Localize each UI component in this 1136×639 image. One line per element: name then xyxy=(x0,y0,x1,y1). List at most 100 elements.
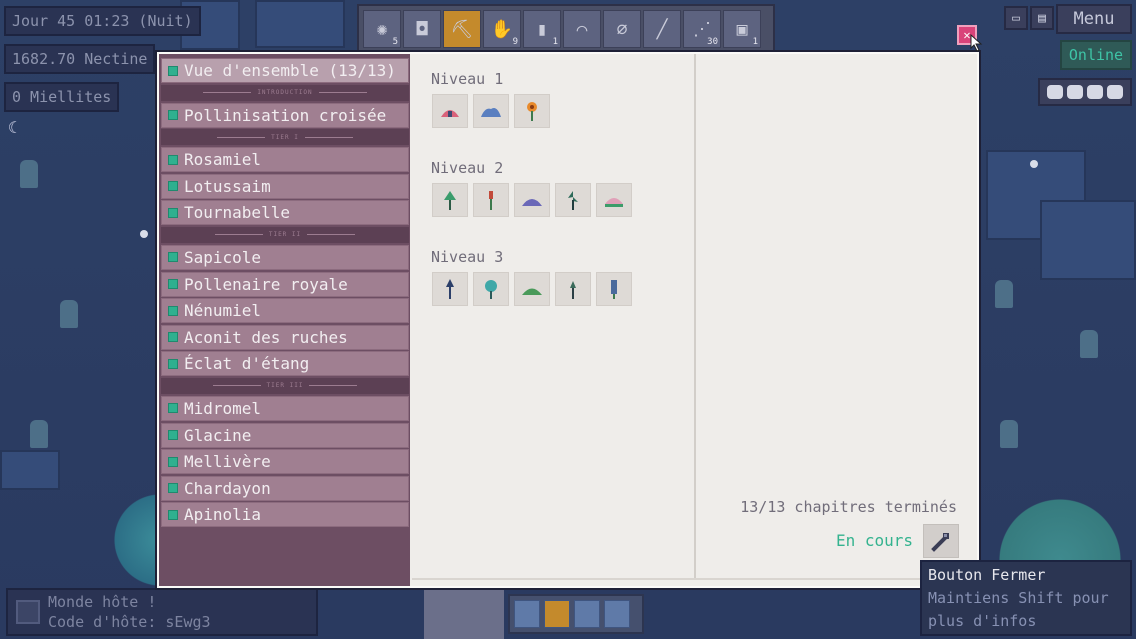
sidebar-item-label: Midromel xyxy=(184,398,262,418)
plant-slot[interactable] xyxy=(596,272,632,306)
plant-slot[interactable] xyxy=(432,272,468,306)
completed-check-icon xyxy=(168,332,178,343)
sidebar-item-label: Éclat d'étang xyxy=(184,354,310,374)
host-info: Monde hôte ! Code d'hôte: sEwg3 xyxy=(6,588,318,636)
tool-slot[interactable]: ▣ 1 xyxy=(723,10,761,48)
status-button[interactable] xyxy=(923,524,959,558)
sidebar-item-label: Aconit des ruches xyxy=(184,327,348,347)
heart-emote-icon[interactable] xyxy=(1047,85,1063,99)
completed-check-icon xyxy=(168,358,178,369)
online-status[interactable]: Online xyxy=(1060,40,1132,70)
sidebar-chapter-item[interactable]: Pollenaire royale xyxy=(161,271,409,297)
sidebar-chapter-item[interactable]: Aconit des ruches xyxy=(161,324,409,350)
sidebar-item-label: Pollenaire royale xyxy=(184,274,348,294)
moon-icon: ☾ xyxy=(8,118,18,137)
sidebar-item-label: Glacine xyxy=(184,425,252,445)
chat-emote-icon[interactable] xyxy=(1067,85,1083,99)
building-tile xyxy=(255,0,345,48)
plant-slot[interactable] xyxy=(473,94,509,128)
tooltip-hint-line: Maintiens Shift pour xyxy=(928,589,1109,607)
chat-icon[interactable]: ▭ xyxy=(1004,6,1028,30)
seed-bag-icon: ✺ xyxy=(376,18,388,40)
plant-slot[interactable] xyxy=(432,183,468,217)
building-tile xyxy=(0,450,60,490)
tree xyxy=(30,420,48,448)
completed-check-icon xyxy=(168,279,178,290)
plant-slot[interactable] xyxy=(514,183,550,217)
chapters-completed: 13/13 chapitres terminés xyxy=(740,498,957,516)
hotbar-slot[interactable] xyxy=(604,600,630,628)
tool-slot[interactable]: ✋ 9 xyxy=(483,10,521,48)
tool-count: 5 xyxy=(392,37,398,47)
plant-slot[interactable] xyxy=(473,272,509,306)
tool-slot[interactable]: ⛏ xyxy=(443,10,481,48)
sidebar-chapter-item[interactable]: Pollinisation croisée xyxy=(161,102,409,128)
tool-slot[interactable]: ◘ xyxy=(403,10,441,48)
plant-slot[interactable] xyxy=(596,183,632,217)
chat-emote-icon[interactable] xyxy=(1107,85,1123,99)
tool-slot[interactable]: ╱ xyxy=(643,10,681,48)
sidebar-chapter-item[interactable]: Nénumiel xyxy=(161,298,409,324)
tooltip-title: Bouton Fermer xyxy=(928,566,1046,584)
sidebar-item-label: Lotussaim xyxy=(184,176,271,196)
level-title: Niveau 1 xyxy=(431,70,504,88)
sidebar-item-label: Chardayon xyxy=(184,478,271,498)
emote-bar[interactable] xyxy=(1038,78,1132,106)
sidebar-chapter-item[interactable]: Tournabelle xyxy=(161,200,409,226)
knife-icon: ╱ xyxy=(656,18,668,40)
red-stalk-icon xyxy=(489,191,493,210)
flower xyxy=(140,230,148,238)
navy-sprout-icon xyxy=(446,279,454,299)
completed-check-icon xyxy=(168,430,178,441)
tooltip: Bouton Fermer Maintiens Shift pour plus … xyxy=(920,560,1132,636)
sidebar-chapter-item[interactable]: Apinolia xyxy=(161,502,409,528)
sidebar-chapter-item[interactable]: Mellivère xyxy=(161,449,409,475)
tool-slot[interactable]: ▮ 1 xyxy=(523,10,561,48)
plant-slot[interactable] xyxy=(555,272,591,306)
pickaxe-icon: ⛏ xyxy=(450,18,474,40)
tool-slot[interactable]: ⋰ 30 xyxy=(683,10,721,48)
hotbar-slot[interactable] xyxy=(514,600,540,628)
item-hotbar xyxy=(508,594,644,634)
sidebar-chapter-item[interactable]: Vue d'ensemble (13/13) xyxy=(161,58,409,83)
plant-slot[interactable] xyxy=(473,183,509,217)
sidebar-chapter-item[interactable]: Rosamiel xyxy=(161,147,409,173)
tree xyxy=(20,160,38,188)
sidebar-item-label: Pollinisation croisée xyxy=(184,105,387,125)
tool-count: 1 xyxy=(752,37,758,47)
building-tile xyxy=(1040,200,1136,280)
completed-check-icon xyxy=(168,509,178,520)
sidebar-chapter-item[interactable]: Éclat d'étang xyxy=(161,351,409,377)
plant-slot[interactable] xyxy=(432,94,468,128)
host-icon xyxy=(16,600,40,624)
sidebar-chapter-item[interactable]: Midromel xyxy=(161,395,409,421)
sidebar-item-label: Rosamiel xyxy=(184,150,262,170)
hotbar-slot[interactable] xyxy=(574,600,600,628)
dark-sprout-icon xyxy=(568,191,578,210)
sidebar-chapter-item[interactable]: Lotussaim xyxy=(161,173,409,199)
status-label: En cours xyxy=(835,531,913,550)
pot-icon: ◘ xyxy=(416,18,428,40)
magic-wand-icon xyxy=(931,533,949,552)
tier-label: Tier III xyxy=(266,382,304,390)
chat-emote-icon[interactable] xyxy=(1087,85,1103,99)
tool-slot[interactable]: ✺ 5 xyxy=(363,10,401,48)
tool-slot[interactable]: ⌒ xyxy=(563,10,601,48)
completed-check-icon xyxy=(168,403,178,414)
save-icon[interactable]: ▤ xyxy=(1030,6,1054,30)
plant-slot[interactable] xyxy=(514,272,550,306)
sidebar-chapter-item[interactable]: Chardayon xyxy=(161,475,409,501)
completed-check-icon xyxy=(168,65,178,76)
sidebar-chapter-item[interactable]: Sapicole xyxy=(161,244,409,270)
tooltip-hint-line: plus d'infos xyxy=(928,612,1037,630)
sidebar-chapter-item[interactable]: Glacine xyxy=(161,422,409,448)
blue-mound-icon xyxy=(481,108,501,117)
plant-slot[interactable] xyxy=(555,183,591,217)
flower xyxy=(1030,160,1038,168)
tier-label: Introduction xyxy=(257,89,313,97)
hotbar-slot[interactable] xyxy=(544,600,570,628)
menu-button[interactable]: Menu xyxy=(1056,4,1132,34)
glove-icon: ✋ xyxy=(490,18,514,40)
tool-slot[interactable]: ⌀ xyxy=(603,10,641,48)
plant-slot[interactable] xyxy=(514,94,550,128)
